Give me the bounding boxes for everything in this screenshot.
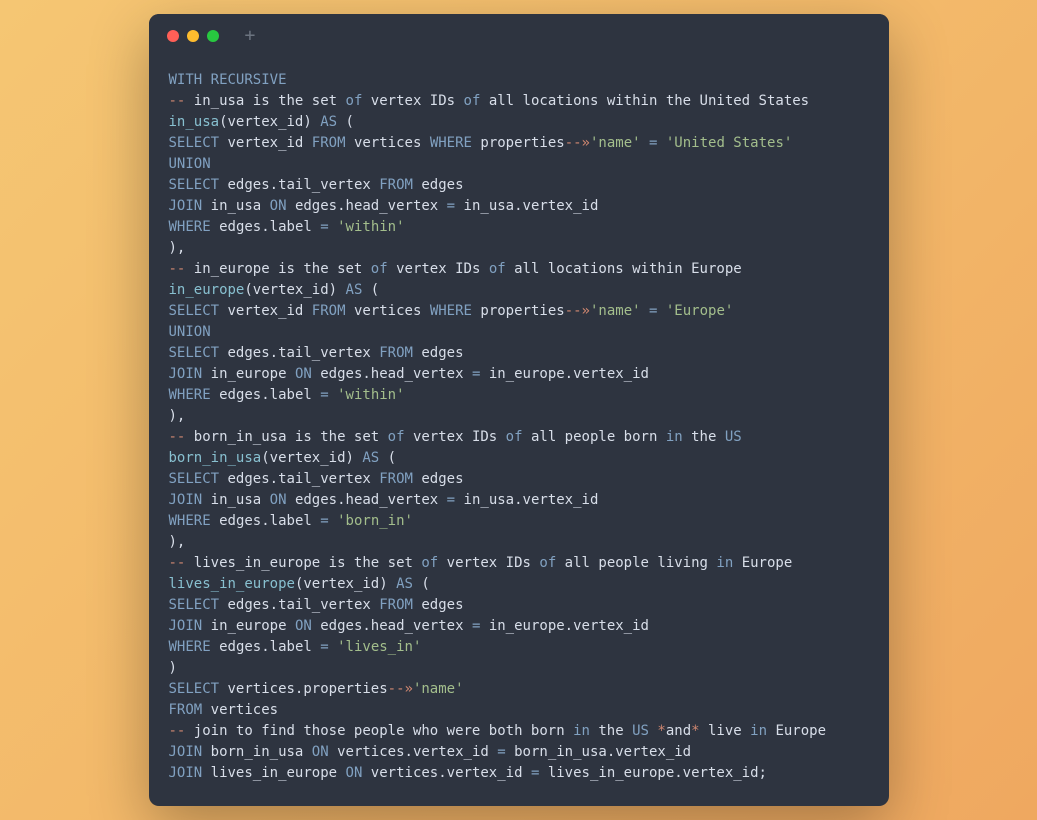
code-editor[interactable]: WITH RECURSIVE-- in_usa is the set of ve…	[149, 58, 889, 806]
traffic-lights	[167, 30, 219, 42]
code-line: WHERE edges.label = 'born_in'	[169, 511, 869, 532]
code-line: in_usa(vertex_id) AS (	[169, 112, 869, 133]
code-line: -- in_europe is the set of vertex IDs of…	[169, 259, 869, 280]
code-line: SELECT edges.tail_vertex FROM edges	[169, 175, 869, 196]
code-line: WHERE edges.label = 'within'	[169, 385, 869, 406]
code-line: JOIN in_europe ON edges.head_vertex = in…	[169, 364, 869, 385]
code-line: FROM vertices	[169, 700, 869, 721]
code-line: JOIN in_europe ON edges.head_vertex = in…	[169, 616, 869, 637]
code-line: -- in_usa is the set of vertex IDs of al…	[169, 91, 869, 112]
code-line: ),	[169, 406, 869, 427]
new-tab-button[interactable]: +	[245, 27, 256, 45]
code-line: -- lives_in_europe is the set of vertex …	[169, 553, 869, 574]
code-line: JOIN in_usa ON edges.head_vertex = in_us…	[169, 196, 869, 217]
code-line: ),	[169, 532, 869, 553]
code-line: )	[169, 658, 869, 679]
close-icon[interactable]	[167, 30, 179, 42]
code-line: SELECT edges.tail_vertex FROM edges	[169, 469, 869, 490]
code-line: SELECT vertices.properties--»'name'	[169, 679, 869, 700]
code-line: JOIN born_in_usa ON vertices.vertex_id =…	[169, 742, 869, 763]
code-line: UNION	[169, 154, 869, 175]
code-line: born_in_usa(vertex_id) AS (	[169, 448, 869, 469]
code-line: SELECT vertex_id FROM vertices WHERE pro…	[169, 301, 869, 322]
code-line: -- born_in_usa is the set of vertex IDs …	[169, 427, 869, 448]
minimize-icon[interactable]	[187, 30, 199, 42]
code-line: SELECT edges.tail_vertex FROM edges	[169, 595, 869, 616]
code-line: JOIN lives_in_europe ON vertices.vertex_…	[169, 763, 869, 784]
maximize-icon[interactable]	[207, 30, 219, 42]
code-line: lives_in_europe(vertex_id) AS (	[169, 574, 869, 595]
code-window: + WITH RECURSIVE-- in_usa is the set of …	[149, 14, 889, 806]
code-line: WITH RECURSIVE	[169, 70, 869, 91]
code-line: WHERE edges.label = 'within'	[169, 217, 869, 238]
code-line: JOIN in_usa ON edges.head_vertex = in_us…	[169, 490, 869, 511]
titlebar: +	[149, 14, 889, 58]
code-line: ),	[169, 238, 869, 259]
code-line: SELECT vertex_id FROM vertices WHERE pro…	[169, 133, 869, 154]
code-line: -- join to find those people who were bo…	[169, 721, 869, 742]
code-line: WHERE edges.label = 'lives_in'	[169, 637, 869, 658]
code-line: SELECT edges.tail_vertex FROM edges	[169, 343, 869, 364]
code-line: UNION	[169, 322, 869, 343]
code-line: in_europe(vertex_id) AS (	[169, 280, 869, 301]
